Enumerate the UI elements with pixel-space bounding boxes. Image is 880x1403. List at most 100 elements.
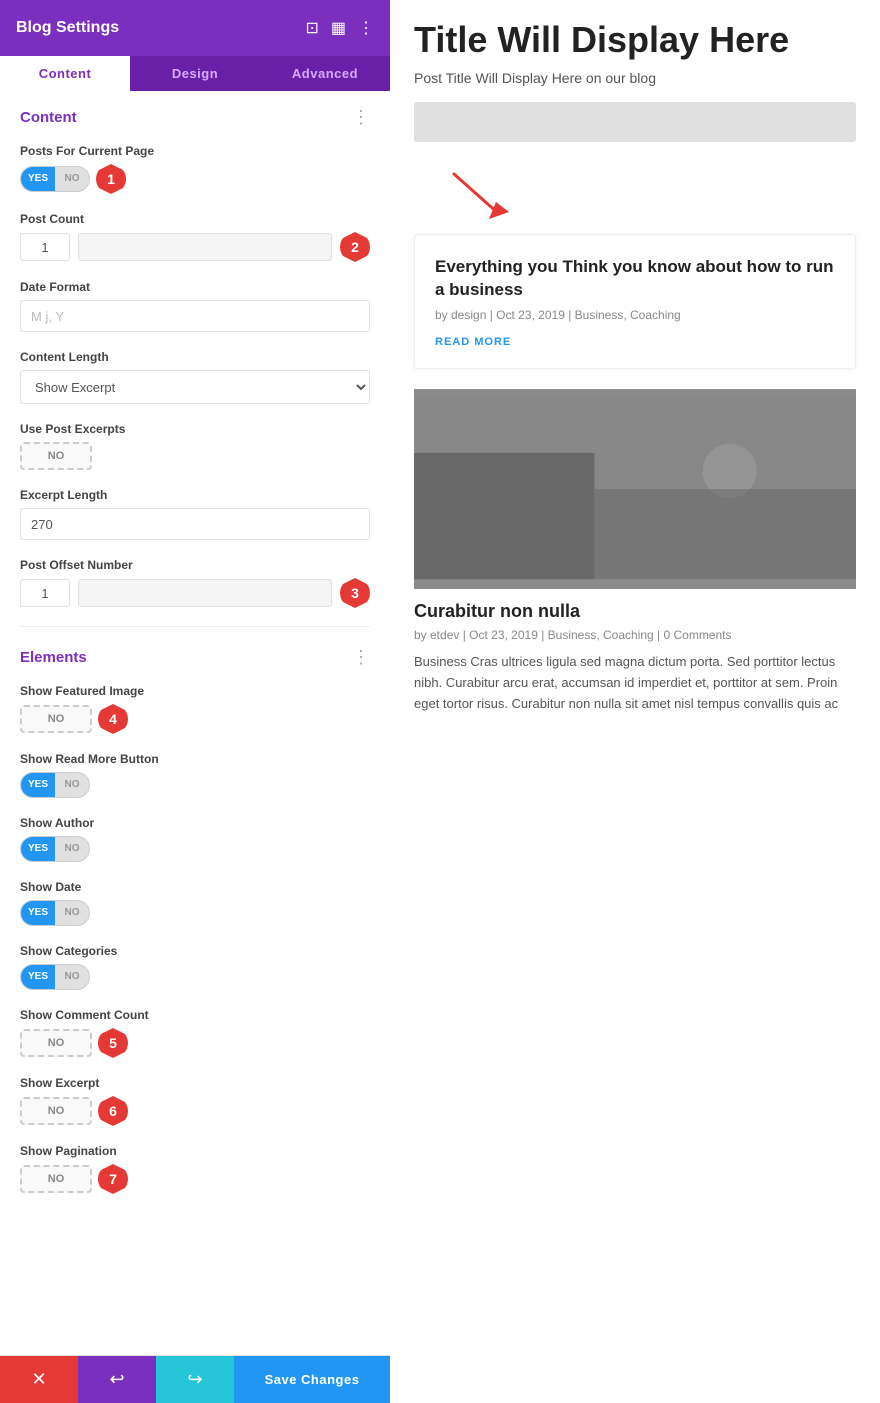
post-offset-spacer xyxy=(78,579,332,607)
date-no: NO xyxy=(55,900,89,926)
show-author-toggle[interactable]: YES NO xyxy=(20,836,90,862)
show-categories-field: Show Categories YES NO xyxy=(20,944,370,990)
excerpt-length-input[interactable] xyxy=(20,508,370,540)
show-categories-label: Show Categories xyxy=(20,944,370,958)
show-comment-count-label: Show Comment Count xyxy=(20,1008,370,1022)
blog-title: Title Will Display Here xyxy=(390,0,880,70)
excerpt-length-label: Excerpt Length xyxy=(20,488,370,502)
more-icon[interactable]: ⋮ xyxy=(358,18,374,38)
show-featured-image-toggle[interactable]: NO xyxy=(20,705,92,733)
right-panel: Title Will Display Here Post Title Will … xyxy=(390,0,880,1403)
content-length-field: Content Length Show Excerpt Show Full Co… xyxy=(20,350,370,404)
excerpt-no: NO xyxy=(22,1099,90,1123)
post-count-label: Post Count xyxy=(20,212,370,226)
show-pagination-label: Show Pagination xyxy=(20,1144,370,1158)
cancel-button[interactable]: ✕ xyxy=(0,1356,78,1403)
panel-header: Blog Settings ⊡ ▦ ⋮ xyxy=(0,0,390,56)
show-categories-toggle[interactable]: YES NO xyxy=(20,964,90,990)
post-offset-input[interactable] xyxy=(20,579,70,607)
post-offset-row: 3 xyxy=(20,578,370,608)
date-format-label: Date Format xyxy=(20,280,370,294)
elements-section-title: Elements xyxy=(20,649,87,666)
blog-subtitle: Post Title Will Display Here on our blog xyxy=(390,70,880,102)
post-card-2-title: Curabitur non nulla xyxy=(414,589,856,628)
post-featured-image xyxy=(414,389,856,589)
layout-icon[interactable]: ▦ xyxy=(331,18,346,38)
content-section-menu-icon[interactable]: ⋮ xyxy=(352,107,370,128)
left-panel: Blog Settings ⊡ ▦ ⋮ Content Design Advan… xyxy=(0,0,390,1403)
resize-icon[interactable]: ⊡ xyxy=(305,18,318,38)
post-card-2: Curabitur non nulla by etdev | Oct 23, 2… xyxy=(414,389,856,714)
excerpt-length-field: Excerpt Length xyxy=(20,488,370,540)
red-arrow-icon xyxy=(444,164,514,224)
show-featured-image-label: Show Featured Image xyxy=(20,684,370,698)
redo-button[interactable]: ↪ xyxy=(156,1356,234,1403)
use-post-excerpts-no: NO xyxy=(22,444,90,468)
show-author-label: Show Author xyxy=(20,816,370,830)
panel-title: Blog Settings xyxy=(16,19,119,37)
show-date-field: Show Date YES NO xyxy=(20,880,370,926)
elements-section-menu-icon[interactable]: ⋮ xyxy=(352,647,370,668)
placeholder-bar xyxy=(414,102,856,142)
undo-button[interactable]: ↩ xyxy=(78,1356,156,1403)
annotation-badge-2: 2 xyxy=(340,232,370,262)
annotation-badge-5: 5 xyxy=(98,1028,128,1058)
date-yes: YES xyxy=(21,900,55,926)
show-comment-count-row: NO 5 xyxy=(20,1028,370,1058)
content-section-title: Content xyxy=(20,109,77,126)
content-length-select[interactable]: Show Excerpt Show Full Content xyxy=(20,370,370,404)
tab-content[interactable]: Content xyxy=(0,56,130,91)
date-format-input[interactable] xyxy=(20,300,370,332)
show-pagination-toggle[interactable]: NO xyxy=(20,1165,92,1193)
use-post-excerpts-toggle[interactable]: NO xyxy=(20,442,92,470)
post-offset-label: Post Offset Number xyxy=(20,558,370,572)
post-count-input[interactable] xyxy=(20,233,70,261)
post-offset-field: Post Offset Number 3 xyxy=(20,558,370,608)
tab-advanced[interactable]: Advanced xyxy=(260,56,390,91)
show-read-more-field: Show Read More Button YES NO xyxy=(20,752,370,798)
tab-bar: Content Design Advanced xyxy=(0,56,390,91)
show-featured-image-row: NO 4 xyxy=(20,704,370,734)
post-card-1-meta: by design | Oct 23, 2019 | Business, Coa… xyxy=(435,308,835,322)
bottom-toolbar: ✕ ↩ ↪ Save Changes xyxy=(0,1355,390,1403)
posts-current-page-toggle[interactable]: YES NO xyxy=(20,166,90,192)
show-pagination-field: Show Pagination NO 7 xyxy=(20,1144,370,1194)
read-more-yes: YES xyxy=(21,772,55,798)
show-read-more-toggle[interactable]: YES NO xyxy=(20,772,90,798)
posts-for-current-page-label: Posts For Current Page xyxy=(20,144,370,158)
panel-content: Content ⋮ Posts For Current Page YES NO … xyxy=(0,91,390,1355)
show-comment-count-toggle[interactable]: NO xyxy=(20,1029,92,1057)
red-arrow-container xyxy=(414,154,856,224)
categories-yes: YES xyxy=(21,964,55,990)
tab-design[interactable]: Design xyxy=(130,56,260,91)
posts-toggle-row: YES NO 1 xyxy=(20,164,370,194)
annotation-badge-4: 4 xyxy=(98,704,128,734)
show-date-toggle[interactable]: YES NO xyxy=(20,900,90,926)
toggle-no-label: NO xyxy=(55,166,89,192)
post-card-2-body: Business Cras ultrices ligula sed magna … xyxy=(414,652,856,714)
post-count-spacer xyxy=(78,233,332,261)
save-button[interactable]: Save Changes xyxy=(234,1356,390,1403)
use-post-excerpts-label: Use Post Excerpts xyxy=(20,422,370,436)
read-more-button[interactable]: READ MORE xyxy=(435,336,835,348)
show-excerpt-toggle[interactable]: NO xyxy=(20,1097,92,1125)
show-featured-image-field: Show Featured Image NO 4 xyxy=(20,684,370,734)
pagination-no: NO xyxy=(22,1167,90,1191)
show-comment-count-field: Show Comment Count NO 5 xyxy=(20,1008,370,1058)
show-date-label: Show Date xyxy=(20,880,370,894)
content-length-label: Content Length xyxy=(20,350,370,364)
show-excerpt-label: Show Excerpt xyxy=(20,1076,370,1090)
post-card-2-meta: by etdev | Oct 23, 2019 | Business, Coac… xyxy=(414,628,856,642)
post-card-1-title: Everything you Think you know about how … xyxy=(435,255,835,303)
read-more-no: NO xyxy=(55,772,89,798)
author-yes: YES xyxy=(21,836,55,862)
elements-section-header: Elements ⋮ xyxy=(20,647,370,668)
show-excerpt-field: Show Excerpt NO 6 xyxy=(20,1076,370,1126)
date-format-field: Date Format xyxy=(20,280,370,332)
categories-no: NO xyxy=(55,964,89,990)
content-section-header: Content ⋮ xyxy=(20,107,370,128)
show-featured-no: NO xyxy=(22,707,90,731)
annotation-badge-3: 3 xyxy=(340,578,370,608)
post-count-row: 2 xyxy=(20,232,370,262)
annotation-badge-1: 1 xyxy=(96,164,126,194)
